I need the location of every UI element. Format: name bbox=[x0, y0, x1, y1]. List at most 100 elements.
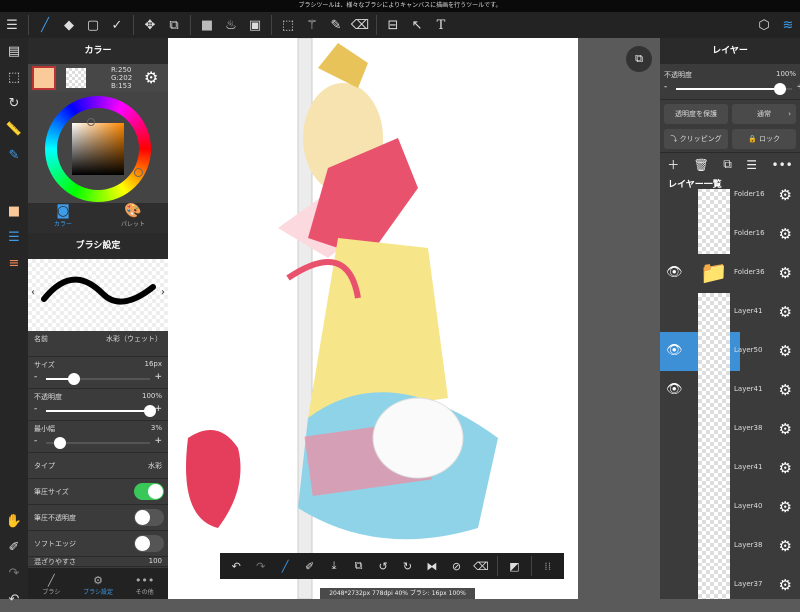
undo-icon[interactable]: ↶ bbox=[224, 554, 248, 578]
gear-icon[interactable]: ⚙ bbox=[779, 459, 792, 477]
layer-row[interactable]: Layer41 ⚙ bbox=[660, 449, 800, 488]
gear-icon[interactable]: ⚙ bbox=[779, 576, 792, 594]
tab-other[interactable]: ••• その他 bbox=[121, 568, 168, 599]
operation-tool-icon[interactable]: ↖ bbox=[405, 13, 429, 37]
layer-panel-icon[interactable]: ≡ bbox=[0, 250, 28, 276]
gear-icon[interactable]: ⚙ bbox=[779, 303, 792, 321]
eyedropper-icon[interactable]: ✐ bbox=[297, 554, 321, 578]
tab-brush[interactable]: ╱ ブラシ bbox=[28, 568, 75, 599]
reset-rotation-icon[interactable]: ⊘ bbox=[444, 554, 468, 578]
pages-icon[interactable]: ▤ bbox=[0, 38, 28, 64]
size-minus[interactable]: - bbox=[34, 372, 37, 382]
brush-tool-icon[interactable]: ╱ bbox=[33, 13, 57, 37]
size-plus[interactable]: + bbox=[154, 372, 162, 382]
eye-icon[interactable]: 👁 bbox=[666, 382, 683, 397]
protect-alpha-button[interactable]: 透明度を保護 bbox=[664, 104, 728, 124]
save-icon[interactable]: ⤓ bbox=[322, 554, 346, 578]
brush-name-row[interactable]: 名前 水彩（ウェット） bbox=[28, 331, 168, 357]
ruler-icon[interactable]: 📏 bbox=[0, 116, 28, 142]
undo-icon[interactable]: ↶ bbox=[0, 586, 28, 612]
duplicate-layer-icon[interactable]: ⧉ bbox=[723, 157, 732, 172]
delete-layer-icon[interactable]: 🗑 bbox=[694, 158, 709, 172]
gear-icon[interactable]: ⚙ bbox=[779, 381, 792, 399]
eye-icon[interactable]: 👁 bbox=[666, 343, 683, 358]
shape-tool-icon[interactable]: ▢ bbox=[81, 13, 105, 37]
gear-icon[interactable]: ⚙ bbox=[779, 189, 792, 204]
clipping-button[interactable]: ⤵ クリッピング bbox=[664, 129, 728, 149]
flip-icon[interactable]: ⧓ bbox=[420, 554, 444, 578]
gear-icon[interactable]: ⚙ bbox=[779, 420, 792, 438]
layer-row[interactable]: Layer38 ⚙ bbox=[660, 527, 800, 566]
layer-list-icon[interactable]: ☰ bbox=[746, 158, 757, 172]
layer-row[interactable]: 👁 📁 Folder36 ⚙ bbox=[660, 254, 800, 293]
layers-icon[interactable]: ≋ bbox=[776, 13, 800, 37]
redo-icon[interactable]: ↷ bbox=[248, 554, 272, 578]
grip-icon[interactable]: ⁞⁞ bbox=[536, 554, 560, 578]
color-settings-gear-icon[interactable]: ⚙ bbox=[144, 68, 158, 87]
prev-brush-arrow-icon[interactable]: ‹ bbox=[31, 287, 35, 298]
export-icon[interactable]: ⧉ bbox=[346, 554, 370, 578]
more-icon[interactable]: ••• bbox=[771, 158, 792, 172]
gear-icon[interactable]: ⚙ bbox=[779, 537, 792, 555]
pressure-opacity-toggle[interactable] bbox=[134, 509, 164, 526]
type-row[interactable]: タイプ 水彩 bbox=[28, 453, 168, 479]
brush-list-icon[interactable]: ☰ bbox=[0, 224, 28, 250]
hue-cursor[interactable] bbox=[134, 168, 143, 177]
select-pen-icon[interactable]: ✎ bbox=[324, 13, 348, 37]
bucket-tool-icon[interactable]: ♨ bbox=[219, 13, 243, 37]
tab-color[interactable]: ◙ カラー bbox=[28, 203, 98, 233]
opacity-minus[interactable]: - bbox=[34, 404, 37, 414]
primary-color-swatch[interactable] bbox=[32, 66, 56, 90]
blend-mode-button[interactable]: 通常 › bbox=[732, 104, 796, 124]
canvas-area[interactable]: ⧉ bbox=[168, 37, 660, 600]
materials-icon[interactable]: ⬡ bbox=[752, 13, 776, 37]
lock-button[interactable]: 🔒 ロック bbox=[732, 129, 796, 149]
secondary-color-swatch[interactable] bbox=[66, 68, 86, 88]
canvas-fit-button[interactable]: ⧉ bbox=[626, 46, 652, 72]
color-panel-icon[interactable]: ■ bbox=[0, 198, 28, 224]
gear-icon[interactable]: ⚙ bbox=[779, 498, 792, 516]
rotate-icon[interactable]: ↻ bbox=[0, 90, 28, 116]
vector-tool-icon[interactable]: ✓ bbox=[105, 13, 129, 37]
next-brush-arrow-icon[interactable]: › bbox=[161, 287, 165, 298]
layer-row[interactable]: Layer41 ⚙ bbox=[660, 293, 800, 332]
size-slider[interactable]: - + bbox=[34, 372, 162, 386]
layer-row[interactable]: Layer40 ⚙ bbox=[660, 488, 800, 527]
pressure-size-toggle[interactable] bbox=[134, 483, 164, 500]
select-eraser-icon[interactable]: ⌫ bbox=[348, 13, 372, 37]
gear-icon[interactable]: ⚙ bbox=[779, 342, 792, 360]
opacity-slider[interactable]: - + bbox=[34, 404, 162, 418]
layer-row[interactable]: Layer37 ⚙ bbox=[660, 566, 800, 599]
tab-brush-settings[interactable]: ⚙ ブラシ設定 bbox=[75, 568, 122, 599]
eraser-tool-icon[interactable]: ◆ bbox=[57, 13, 81, 37]
layer-row[interactable]: Folder16 ⚙ bbox=[660, 215, 800, 254]
fill-color-icon[interactable]: ■ bbox=[195, 13, 219, 37]
soft-edge-toggle[interactable] bbox=[134, 535, 164, 552]
select-tool-icon[interactable]: ⬚ bbox=[276, 13, 300, 37]
opacity-plus[interactable]: + bbox=[154, 404, 162, 414]
rotate-right-icon[interactable]: ↻ bbox=[395, 554, 419, 578]
add-layer-icon[interactable]: ＋ bbox=[667, 156, 679, 173]
eyedropper-icon[interactable]: ✐ bbox=[0, 534, 28, 560]
layer-row[interactable]: 👁 Layer50 ⚙ bbox=[660, 332, 800, 371]
tab-palette[interactable]: 🎨 パレット bbox=[98, 203, 168, 233]
sv-cursor[interactable] bbox=[87, 118, 95, 126]
layer-row[interactable]: Layer38 ⚙ bbox=[660, 410, 800, 449]
fullscreen-icon[interactable]: ◩ bbox=[502, 554, 526, 578]
min-width-plus[interactable]: + bbox=[154, 436, 162, 446]
eye-icon[interactable]: 👁 bbox=[666, 265, 683, 280]
menu-icon[interactable]: ☰ bbox=[0, 13, 24, 37]
transform-tool-icon[interactable]: ⧉ bbox=[162, 13, 186, 37]
gradient-tool-icon[interactable]: ▣ bbox=[243, 13, 267, 37]
move-tool-icon[interactable]: ✥ bbox=[138, 13, 162, 37]
text-tool-icon[interactable]: T bbox=[429, 13, 453, 37]
divide-tool-icon[interactable]: ⊟ bbox=[381, 13, 405, 37]
artwork[interactable] bbox=[168, 37, 660, 600]
gear-icon[interactable]: ⚙ bbox=[779, 264, 792, 282]
snap-icon[interactable]: ✎ bbox=[0, 142, 28, 168]
redo-icon[interactable]: ↷ bbox=[0, 560, 28, 586]
hand-icon[interactable]: ✋ bbox=[0, 508, 28, 534]
selection-list-icon[interactable]: ⬚ bbox=[0, 64, 28, 90]
rotate-left-icon[interactable]: ↺ bbox=[371, 554, 395, 578]
gear-icon[interactable]: ⚙ bbox=[779, 225, 792, 243]
